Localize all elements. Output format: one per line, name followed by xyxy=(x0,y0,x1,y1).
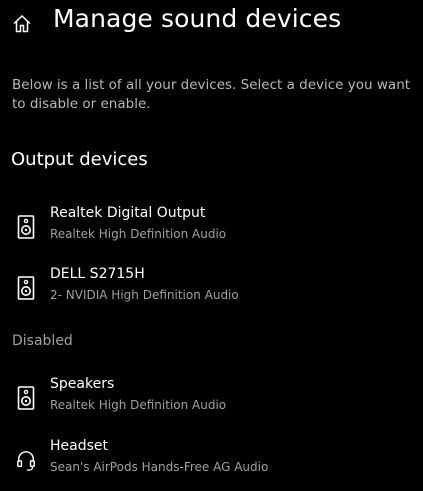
page-header: Manage sound devices xyxy=(0,0,423,46)
device-driver: Sean's AirPods Hands-Free AG Audio xyxy=(50,460,269,474)
headset-icon xyxy=(16,448,36,472)
disabled-devices-label: Disabled xyxy=(12,333,73,349)
speaker-icon xyxy=(16,386,36,410)
home-icon xyxy=(13,14,31,32)
device-driver: 2- NVIDIA High Definition Audio xyxy=(50,288,239,302)
device-name: Realtek Digital Output xyxy=(50,205,206,221)
device-driver: Realtek High Definition Audio xyxy=(50,398,227,412)
device-item-speakers[interactable]: Speakers Realtek High Definition Audio xyxy=(0,376,423,424)
device-name: Speakers xyxy=(50,376,115,392)
device-driver: Realtek High Definition Audio xyxy=(50,227,227,241)
page-title: Manage sound devices xyxy=(53,4,342,33)
device-item-headset[interactable]: Headset Sean's AirPods Hands-Free AG Aud… xyxy=(0,438,423,486)
device-name: DELL S2715H xyxy=(50,266,145,282)
speaker-icon xyxy=(16,276,36,300)
page-description: Below is a list of all your devices. Sel… xyxy=(12,77,411,112)
device-item-realtek-digital-output[interactable]: Realtek Digital Output Realtek High Defi… xyxy=(0,205,423,253)
home-button[interactable] xyxy=(8,10,36,36)
device-name: Headset xyxy=(50,438,109,454)
speaker-icon xyxy=(16,215,36,239)
device-item-dell-s2715h[interactable]: DELL S2715H 2- NVIDIA High Definition Au… xyxy=(0,266,423,314)
output-devices-heading: Output devices xyxy=(11,149,148,170)
